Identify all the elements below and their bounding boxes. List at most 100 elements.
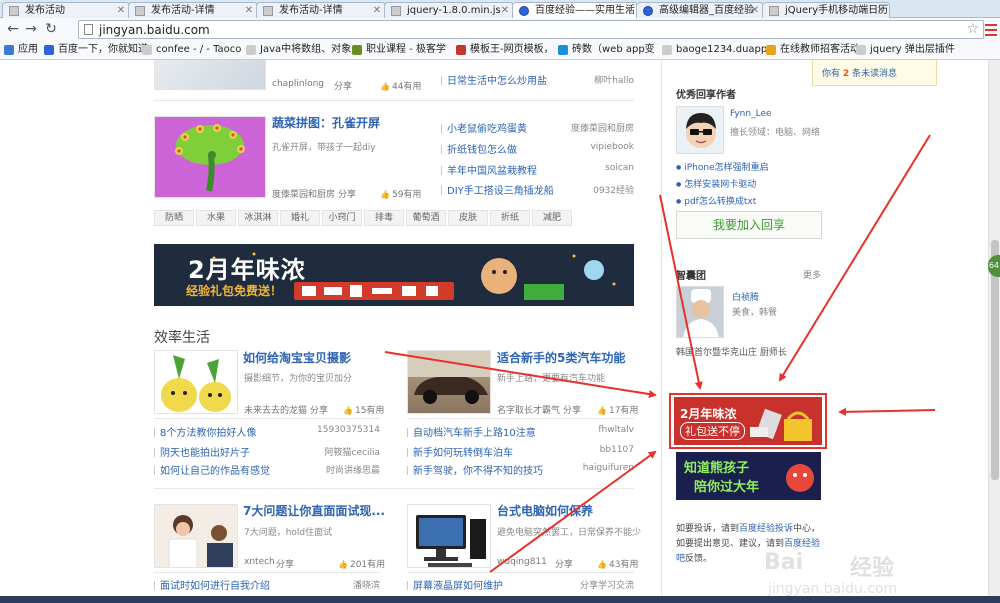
bookmark-star-icon[interactable]: ☆ — [966, 21, 979, 37]
article-thumbnail[interactable] — [154, 504, 238, 568]
related-link[interactable]: 屏幕液晶屏如何维护 — [407, 577, 503, 592]
related-link-author[interactable]: 时尚讲缘思晨 — [280, 463, 380, 476]
article-title[interactable]: 适合新手的5类汽车功能 — [497, 349, 625, 366]
related-link[interactable]: 8个方法教你拍好人像 — [154, 424, 256, 439]
article-author[interactable]: xntech — [244, 557, 275, 567]
article-title[interactable]: 7大问题让你直面面试现... — [243, 502, 385, 519]
article-title[interactable]: 台式电脑如何保养 — [497, 502, 593, 519]
avatar[interactable] — [676, 286, 724, 338]
close-icon[interactable]: ✕ — [245, 3, 253, 18]
bookmark-item[interactable]: 砖数（web app变 — [558, 44, 655, 56]
related-link[interactable]: 面试时如何进行自我介绍 — [154, 577, 270, 592]
close-icon[interactable]: ✕ — [877, 3, 885, 18]
tag-chip[interactable]: 减肥 — [532, 210, 572, 226]
article-share[interactable]: 分享 — [310, 403, 328, 416]
article-author[interactable]: 未来去去的龙猫 — [244, 403, 307, 416]
tag-chip[interactable]: 婚礼 — [280, 210, 320, 226]
article-thumbnail[interactable] — [154, 350, 238, 414]
related-link[interactable]: 阴天也能拍出好片子 — [154, 444, 250, 459]
chef-name[interactable]: 白祯腾 — [732, 290, 759, 303]
related-link-author[interactable]: 柳叶hallo — [540, 73, 634, 86]
more-link[interactable]: 更多 — [803, 268, 821, 281]
article-share[interactable]: 分享 — [276, 557, 294, 570]
tag-chip[interactable]: 皮肤 — [448, 210, 488, 226]
article-share[interactable]: 分享 — [334, 79, 352, 92]
browser-tab[interactable]: 高级编辑器_百度经验 ✕ — [636, 2, 764, 18]
forward-arrow-icon[interactable]: → — [22, 21, 40, 38]
related-link[interactable]: 小老鼠偷吃鸡蛋黄 — [441, 120, 527, 135]
related-link-author[interactable]: 阿筱猫cecilia — [280, 445, 380, 458]
close-icon[interactable]: ✕ — [373, 3, 381, 18]
article-author[interactable]: chaplinlong — [272, 79, 324, 89]
related-link[interactable]: 折纸钱包怎么做 — [441, 141, 517, 156]
author-article-link[interactable]: 怎样安装网卡驱动 — [676, 177, 756, 190]
related-link-author[interactable]: fhwltalv — [540, 425, 634, 435]
bookmark-apps[interactable]: 应用 — [4, 44, 38, 56]
article-share[interactable]: 分享 — [338, 187, 356, 200]
reload-icon[interactable]: ↻ — [42, 21, 60, 38]
address-bar[interactable]: jingyan.baidu.com ☆ — [78, 20, 984, 39]
browser-tab[interactable]: 发布活动-详情 ✕ — [128, 2, 258, 18]
menu-icon[interactable] — [985, 21, 997, 37]
sidebar-ad-banner[interactable]: 2月年味浓 礼包送不停 — [674, 397, 822, 445]
related-link-author[interactable]: 分享学习交流 — [540, 578, 634, 591]
sidebar-ad-banner-2[interactable]: 知道熊孩子 陪你过大年 — [676, 452, 821, 500]
bookmark-item[interactable]: 模板王-网页模板， — [456, 44, 554, 56]
unread-notice[interactable]: 你有 2 条未读消息 — [812, 60, 937, 86]
article-thumbnail[interactable] — [407, 504, 491, 568]
related-link-author[interactable]: haiguifuren — [540, 463, 634, 473]
bookmark-item[interactable]: confee - / - Taoco — [142, 44, 241, 56]
article-thumbnail[interactable] — [407, 350, 491, 414]
related-link-author[interactable]: 15930375314 — [280, 425, 380, 435]
tag-chip[interactable]: 葡萄酒 — [406, 210, 446, 226]
tag-chip[interactable]: 冰淇淋 — [238, 210, 278, 226]
related-link[interactable]: 新手驾驶，你不得不知的技巧 — [407, 462, 543, 477]
browser-tab-active[interactable]: 百度经验——实用生活 ✕ — [512, 2, 638, 19]
close-icon[interactable]: ✕ — [501, 3, 509, 18]
related-link-author[interactable]: soican — [540, 163, 634, 173]
close-icon[interactable]: ✕ — [625, 3, 633, 18]
promo-banner[interactable]: 2月年味浓 经验礼包免费送！ — [154, 244, 634, 306]
close-icon[interactable]: ✕ — [751, 3, 759, 18]
article-title[interactable]: 如何给淘宝宝贝摄影 — [243, 349, 351, 366]
article-title[interactable]: 蔬菜拼图：孔雀开屏 — [272, 114, 380, 131]
related-link-author[interactable]: 潘晓滨 — [280, 578, 380, 591]
bookmark-item[interactable]: baoge1234.duapp — [662, 44, 767, 56]
browser-tab[interactable]: jQuery手机移动端日历 ✕ — [762, 2, 890, 18]
author-article-link[interactable]: iPhone怎样强制重启 — [676, 160, 768, 173]
related-link-author[interactable]: vipiebook — [540, 142, 634, 152]
author-name[interactable]: Fynn_Lee — [730, 109, 772, 119]
bookmark-item[interactable]: jquery 弹出层插件 — [856, 44, 955, 56]
browser-tab[interactable]: 发布活动 ✕ — [2, 2, 130, 18]
related-link[interactable]: 如何让自己的作品有感觉 — [154, 462, 270, 477]
tag-chip[interactable]: 水果 — [196, 210, 236, 226]
article-thumbnail[interactable] — [154, 60, 266, 90]
tag-chip[interactable]: 防晒 — [154, 210, 194, 226]
article-author[interactable]: 度傣菜园和厨房 — [272, 187, 335, 200]
article-author[interactable]: wuqing811 — [497, 557, 547, 567]
scrollbar[interactable] — [988, 60, 1000, 603]
avatar[interactable] — [676, 106, 724, 154]
bookmark-item[interactable]: 在线教师招客活动 — [766, 44, 860, 56]
related-link[interactable]: 羊年中国风盆栽教程 — [441, 162, 537, 177]
bookmark-item[interactable]: 职业课程 - 极客学 — [352, 44, 446, 56]
related-link[interactable]: 日常生活中怎么炒用盐 — [441, 72, 547, 87]
related-link[interactable]: 新手如何玩转倒车泊车 — [407, 444, 513, 459]
related-link-author[interactable]: 0932经验 — [540, 183, 634, 196]
address-url[interactable]: jingyan.baidu.com — [99, 22, 210, 38]
bookmark-item[interactable]: Java中将数组、对象 — [246, 44, 351, 56]
article-share[interactable]: 分享 — [555, 557, 573, 570]
tag-chip[interactable]: 排毒 — [364, 210, 404, 226]
related-link[interactable]: 自动档汽车新手上路10注意 — [407, 424, 536, 439]
related-link-author[interactable]: bb1107 — [540, 445, 634, 455]
join-button[interactable]: 我要加入回享 — [676, 211, 822, 239]
article-thumbnail-peacock[interactable] — [154, 116, 266, 198]
bookmark-item[interactable]: 百度一下，你就知道 — [44, 44, 148, 56]
article-share[interactable]: 分享 — [563, 403, 581, 416]
tag-chip[interactable]: 折纸 — [490, 210, 530, 226]
tag-chip[interactable]: 小窍门 — [322, 210, 362, 226]
related-link-author[interactable]: 度傣菜园和厨房 — [540, 121, 634, 134]
browser-tab[interactable]: 发布活动-详情 ✕ — [256, 2, 386, 18]
article-author[interactable]: 名字取长才霸气 — [497, 403, 560, 416]
complaint-link[interactable]: 百度经验投诉 — [739, 524, 793, 534]
